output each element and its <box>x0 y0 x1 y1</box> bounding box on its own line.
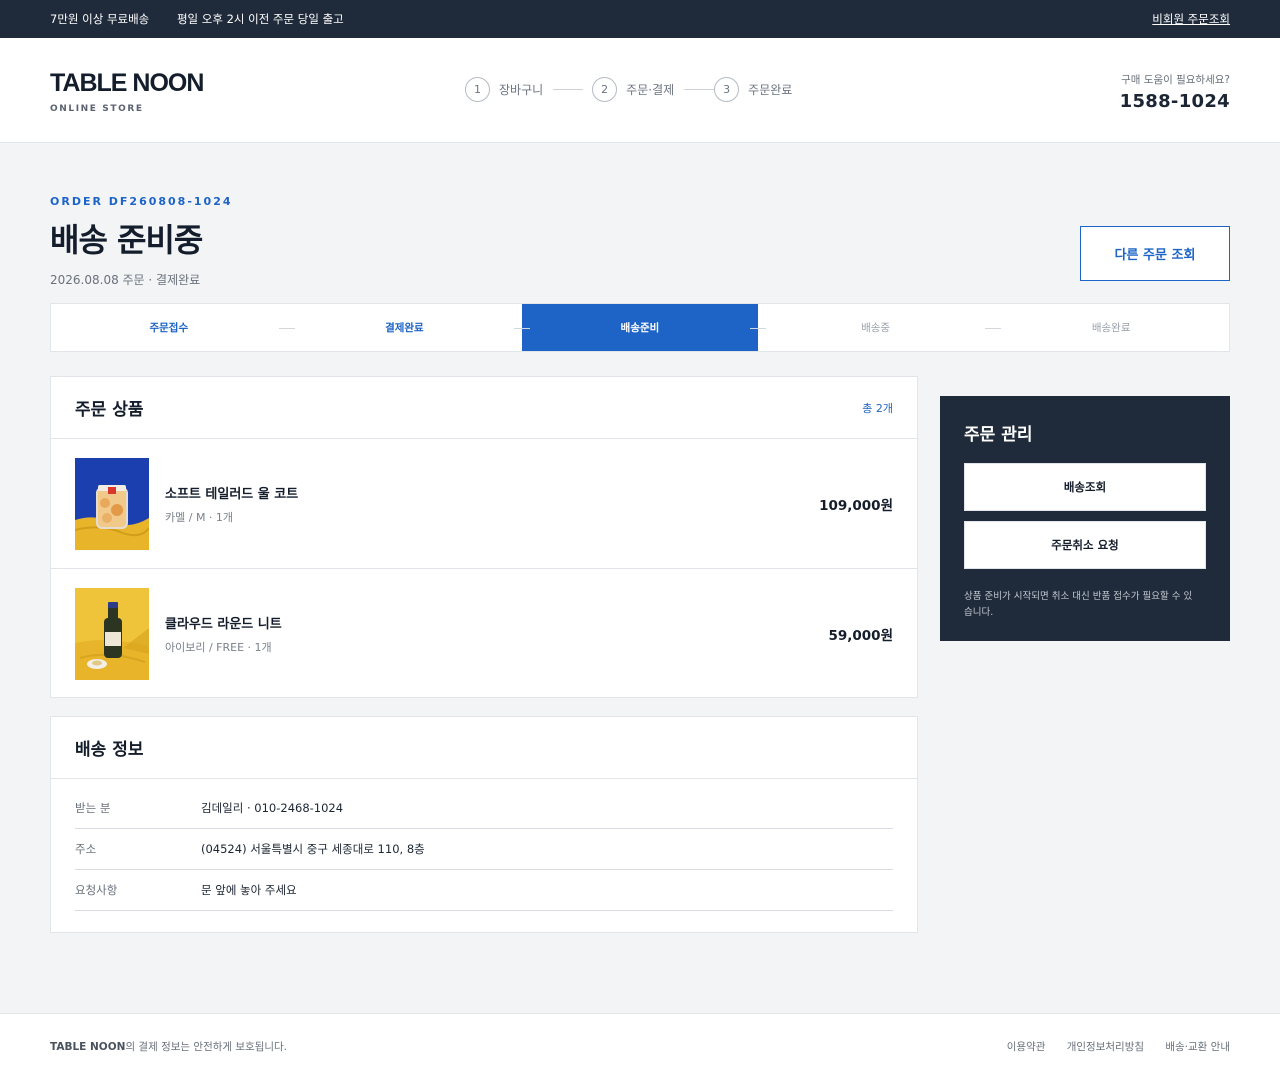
product-price: 59,000원 <box>828 628 893 644</box>
product-price: 109,000원 <box>819 497 893 514</box>
brand-sub: ONLINE STORE <box>50 104 144 114</box>
product-row[interactable]: 클라우드 라운드 니트 아이보리 / FREE · 1개 59,000원 <box>51 569 917 699</box>
order-management-panel: 주문 관리 배송조회 주문취소 요청 상품 준비가 시작되면 취소 대신 반품 … <box>940 396 1230 641</box>
progress-step-label: 배송중 <box>861 322 891 334</box>
help-question: 구매 도움이 필요하세요? <box>1121 74 1230 86</box>
product-image[interactable] <box>75 588 149 680</box>
shipping-value: (04524) 서울특별시 중구 세종대로 110, 8층 <box>201 842 425 856</box>
other-order-lookup-button[interactable]: 다른 주문 조회 <box>1080 226 1230 281</box>
progress-step-label: 결제완료 <box>385 322 424 334</box>
free-shipping-notice: 7만원 이상 무료배송 <box>50 12 150 26</box>
checkout-steps: 1 장바구니 2 주문·결제 3 주문완료 <box>465 77 792 102</box>
step-connector <box>553 89 584 90</box>
brand-name: TABLE NOON <box>50 69 204 97</box>
product-image[interactable] <box>75 457 149 550</box>
progress-step-label: 배송준비 <box>620 322 660 334</box>
shipping-key: 주소 <box>75 842 97 856</box>
order-number: ORDER DF260808-1024 <box>50 195 233 208</box>
card-title: 주문 상품 <box>75 400 144 420</box>
product-name[interactable]: 클라우드 라운드 니트 <box>165 613 282 632</box>
shipping-row-recipient: 받는 분 김데일리 · 010-2468-1024 <box>75 788 893 829</box>
product-option: 아이보리 / FREE · 1개 <box>165 641 272 654</box>
logo[interactable]: TABLE NOON ONLINE STORE <box>50 69 204 114</box>
progress-step-delivered: 배송완료 <box>993 304 1229 351</box>
order-progress: 주문접수 결제완료 배송준비 배송중 배송완료 <box>50 303 1230 352</box>
card-title: 배송 정보 <box>75 740 144 760</box>
order-meta: 2026.08.08 주문 · 결제완료 <box>50 273 201 287</box>
footer-link-terms[interactable]: 이용약관 <box>1007 1041 1046 1053</box>
shipping-value: 문 앞에 놓아 주세요 <box>201 883 297 897</box>
product-name[interactable]: 소프트 테일러드 울 코트 <box>165 483 298 502</box>
help-phone[interactable]: 1588-1024 <box>1120 91 1230 112</box>
footer-links: 이용약관 개인정보처리방침 배송·교환 안내 <box>989 1039 1230 1054</box>
footer-brand: TABLE NOON <box>50 1041 126 1053</box>
shipping-key: 요청사항 <box>75 883 118 897</box>
shipping-value: 김데일리 · 010-2468-1024 <box>201 801 344 815</box>
step-label: 주문완료 <box>748 83 793 97</box>
shipping-details: 받는 분 김데일리 · 010-2468-1024 주소 (04524) 서울특… <box>51 779 917 911</box>
progress-step-shipping: 배송중 <box>758 304 1002 351</box>
progress-connector <box>514 328 531 329</box>
order-summary-header: ORDER DF260808-1024 배송 준비중 2026.08.08 주문… <box>50 195 233 288</box>
site-header: TABLE NOON ONLINE STORE 1 장바구니 2 주문·결제 3… <box>0 38 1280 143</box>
footer-link-privacy[interactable]: 개인정보처리방침 <box>1067 1041 1144 1053</box>
order-status-title: 배송 준비중 <box>50 221 203 259</box>
shipping-row-request: 요청사항 문 앞에 놓아 주세요 <box>75 870 893 911</box>
notices: 7만원 이상 무료배송 평일 오후 2시 이전 주문 당일 출고 <box>50 11 368 27</box>
guest-order-lookup-link[interactable]: 비회원 주문조회 <box>1152 11 1230 27</box>
checkout-step-payment: 2 주문·결제 <box>592 77 674 102</box>
progress-connector <box>278 328 295 329</box>
product-info: 소프트 테일러드 울 코트 카멜 / M · 1개 <box>165 483 298 525</box>
progress-step-received: 주문접수 <box>51 304 295 351</box>
step-connector <box>684 89 715 90</box>
step-number: 2 <box>592 77 618 102</box>
cancel-order-button[interactable]: 주문취소 요청 <box>964 521 1206 569</box>
step-label: 장바구니 <box>499 83 544 97</box>
track-delivery-button[interactable]: 배송조회 <box>964 463 1206 511</box>
progress-step-label: 배송완료 <box>1091 322 1131 334</box>
ordered-products-card: 주문 상품 총 2개 소프트 테일러드 울 코트 카멜 / M · 1개 109… <box>50 376 918 698</box>
card-header: 주문 상품 총 2개 <box>51 377 917 439</box>
step-number: 1 <box>465 77 490 102</box>
cancel-notice: 상품 준비가 시작되면 취소 대신 반품 접수가 필요할 수 있습니다. <box>964 591 1193 618</box>
card-header: 배송 정보 <box>51 717 917 779</box>
security-notice: TABLE NOON의 결제 정보는 안전하게 보호됩니다. <box>50 1039 287 1054</box>
progress-step-label: 주문접수 <box>149 322 189 334</box>
shipping-row-address: 주소 (04524) 서울특별시 중구 세종대로 110, 8층 <box>75 829 893 870</box>
top-notice-bar: 7만원 이상 무료배송 평일 오후 2시 이전 주문 당일 출고 비회원 주문조… <box>0 0 1280 38</box>
product-count: 총 2개 <box>862 401 893 415</box>
checkout-step-cart: 1 장바구니 <box>465 77 543 102</box>
site-footer: TABLE NOON의 결제 정보는 안전하게 보호됩니다. 이용약관 개인정보… <box>0 1013 1280 1079</box>
progress-connector <box>985 328 1002 329</box>
shipping-key: 받는 분 <box>75 801 111 815</box>
help-contact: 구매 도움이 필요하세요? 1588-1024 <box>1120 72 1230 112</box>
product-info: 클라우드 라운드 니트 아이보리 / FREE · 1개 <box>165 613 282 655</box>
footer-text: 의 결제 정보는 안전하게 보호됩니다. <box>125 1041 288 1053</box>
progress-step-preparing: 배송준비 <box>522 304 766 351</box>
product-option: 카멜 / M · 1개 <box>165 510 234 524</box>
progress-step-paid: 결제완료 <box>287 304 531 351</box>
checkout-step-complete: 3 주문완료 <box>714 77 792 102</box>
panel-title: 주문 관리 <box>964 425 1033 445</box>
step-label: 주문·결제 <box>626 83 675 97</box>
same-day-notice: 평일 오후 2시 이전 주문 당일 출고 <box>176 12 344 26</box>
progress-connector <box>749 328 766 329</box>
step-number: 3 <box>714 77 740 102</box>
footer-link-shipping-guide[interactable]: 배송·교환 안내 <box>1165 1041 1230 1053</box>
shipping-info-card: 배송 정보 받는 분 김데일리 · 010-2468-1024 주소 (0452… <box>50 716 918 933</box>
product-row[interactable]: 소프트 테일러드 울 코트 카멜 / M · 1개 109,000원 <box>51 439 917 569</box>
